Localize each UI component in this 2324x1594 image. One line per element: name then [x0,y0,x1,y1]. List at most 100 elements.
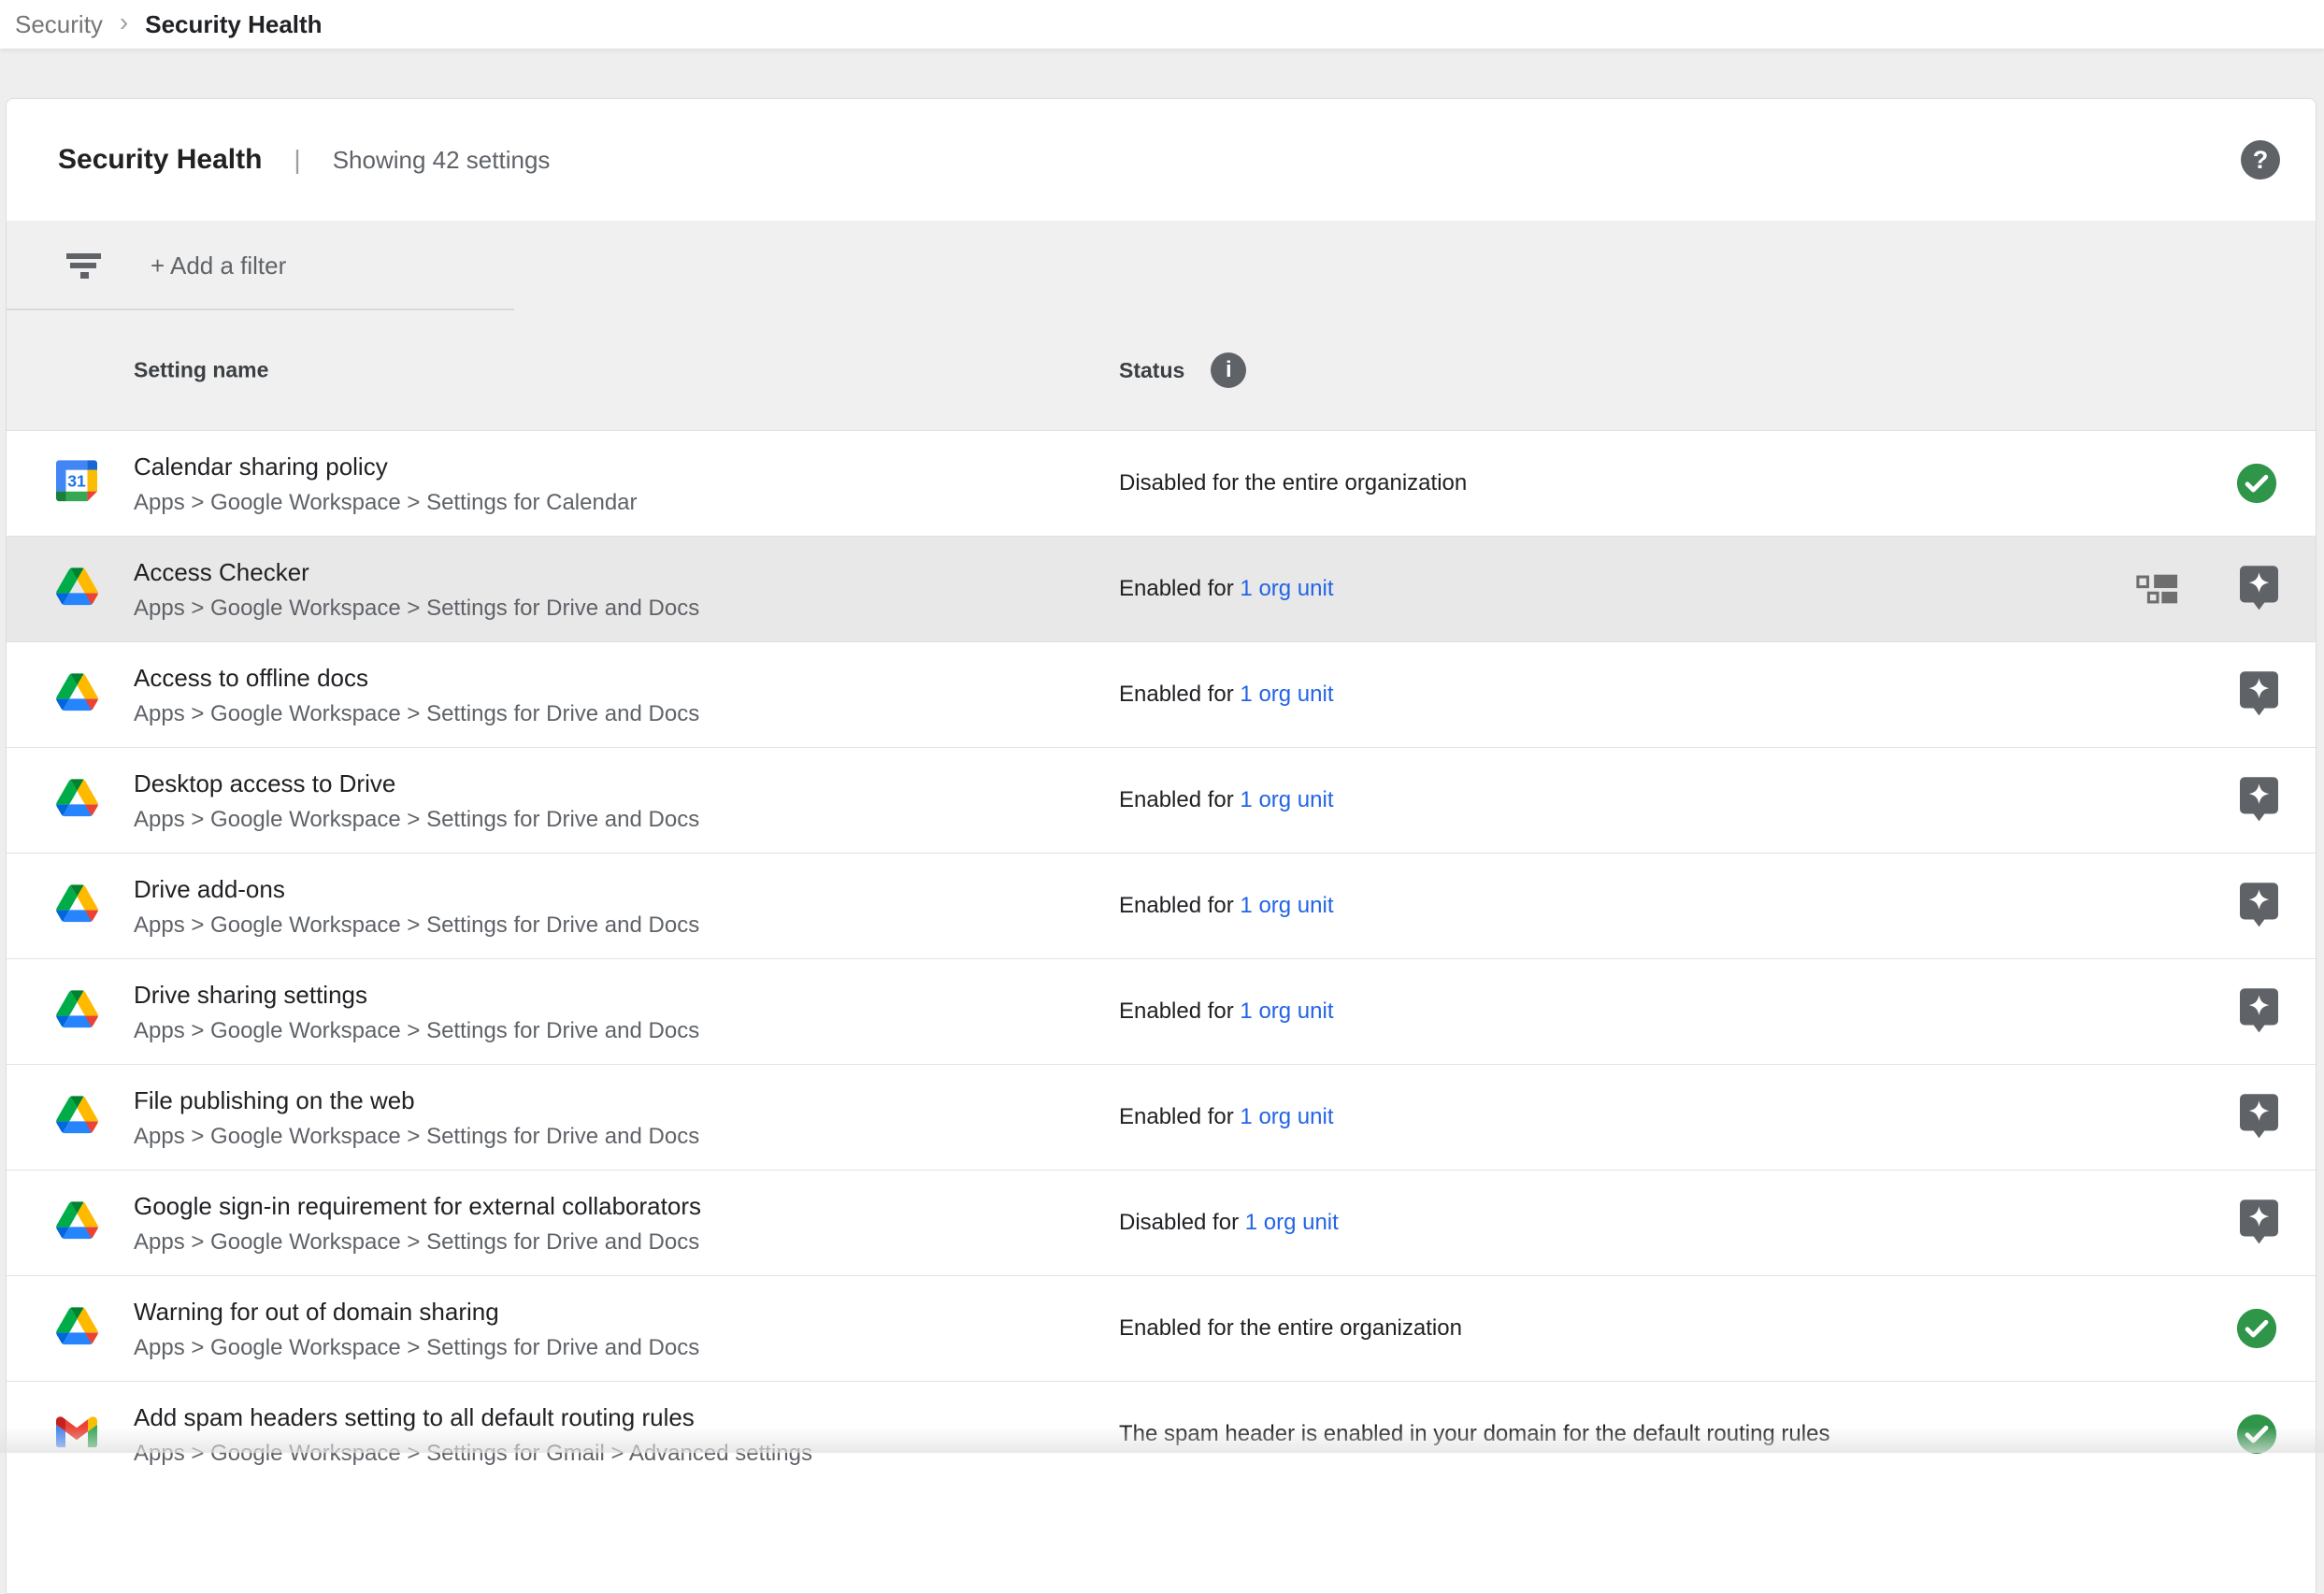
setting-name: Access to offline docs [134,662,699,694]
status-ok-icon [2235,1413,2278,1456]
setting-name: Desktop access to Drive [134,768,699,799]
recommendation-flag-icon [2240,671,2278,718]
org-units-icon [2136,573,2179,606]
breadcrumb-parent-link[interactable]: Security [15,10,103,39]
calendar-icon: 31 [55,459,98,502]
org-unit-link[interactable]: 1 org unit [1240,998,1333,1024]
column-header-setting-name: Setting name [134,358,268,383]
recommendation-flag-button[interactable] [2240,777,2278,824]
breadcrumb: Security › Security Health [0,0,2324,49]
table-header: Setting name Status i [7,310,2316,430]
setting-path: Apps > Google Workspace > Settings for D… [134,1122,699,1151]
drive-icon [55,1304,98,1347]
drive-icon [55,882,98,925]
recommendation-flag-icon [2240,988,2278,1035]
status-text: Enabled for 1 org unit [1119,1104,1334,1130]
recommendation-flag-button[interactable] [2240,883,2278,929]
svg-text:31: 31 [67,471,86,490]
setting-path: Apps > Google Workspace > Settings for D… [134,594,699,623]
setting-name: Warning for out of domain sharing [134,1296,699,1328]
table-row[interactable]: Desktop access to Drive Apps > Google Wo… [7,747,2316,853]
recommendation-flag-button[interactable] [2240,566,2278,612]
status-text: Disabled for 1 org unit [1119,1210,1339,1236]
table-row[interactable]: Access Checker Apps > Google Workspace >… [7,536,2316,641]
setting-path: Apps > Google Workspace > Settings for G… [134,1439,812,1468]
status-info-icon[interactable]: i [1211,352,1246,388]
drive-icon [56,1096,98,1133]
add-filter-button[interactable]: + Add a filter [151,251,286,280]
org-unit-link[interactable]: 1 org unit [1245,1210,1339,1235]
drive-icon [55,987,98,1030]
page-title: Security Health [58,144,262,176]
status-text: The spam header is enabled in your domai… [1119,1421,1829,1447]
filter-icon[interactable] [66,252,102,279]
recommendation-flag-button[interactable] [2240,988,2278,1035]
table-row[interactable]: 31 Calendar sharing policy Apps > Google… [7,430,2316,536]
recommendation-flag-button[interactable] [2240,1199,2278,1246]
status-ok-icon [2235,462,2278,505]
settings-count: Showing 42 settings [333,146,551,175]
setting-name: Drive add-ons [134,873,699,905]
org-unit-link[interactable]: 1 org unit [1240,787,1333,812]
status-text: Enabled for 1 org unit [1119,682,1334,708]
breadcrumb-separator-icon: › [120,7,128,37]
drive-icon [56,884,98,922]
table-row[interactable]: Drive sharing settings Apps > Google Wor… [7,958,2316,1064]
org-unit-link[interactable]: 1 org unit [1240,1104,1333,1129]
table-row[interactable]: Google sign-in requirement for external … [7,1170,2316,1275]
table-row[interactable]: File publishing on the web Apps > Google… [7,1064,2316,1170]
table-row[interactable]: Add spam headers setting to all default … [7,1381,2316,1486]
status-text: Enabled for 1 org unit [1119,787,1334,813]
org-unit-link[interactable]: 1 org unit [1240,682,1333,707]
table-row[interactable]: Access to offline docs Apps > Google Wor… [7,641,2316,747]
org-unit-link[interactable]: 1 org unit [1240,893,1333,918]
setting-path: Apps > Google Workspace > Settings for D… [134,1228,701,1257]
breadcrumb-current: Security Health [145,10,322,39]
drive-icon [55,1093,98,1136]
gmail-icon [55,1410,98,1453]
setting-path: Apps > Google Workspace > Settings for D… [134,1016,699,1045]
calendar-icon: 31 [56,460,97,501]
setting-path: Apps > Google Workspace > Settings for C… [134,488,638,517]
recommendation-flag-icon [2240,777,2278,824]
recommendation-flag-icon [2240,566,2278,612]
gmail-icon [56,1416,97,1447]
recommendation-flag-icon [2240,1199,2278,1246]
setting-path: Apps > Google Workspace > Settings for D… [134,911,699,940]
status-text: Enabled for 1 org unit [1119,998,1334,1025]
drive-icon [55,565,98,608]
drive-icon [56,1201,98,1239]
setting-name: Google sign-in requirement for external … [134,1190,701,1222]
table-row[interactable]: Drive add-ons Apps > Google Workspace > … [7,853,2316,958]
recommendation-flag-button[interactable] [2240,671,2278,718]
drive-icon [56,673,98,711]
setting-path: Apps > Google Workspace > Settings for D… [134,805,699,834]
setting-name: File publishing on the web [134,1084,699,1116]
status-text: Enabled for 1 org unit [1119,893,1334,919]
drive-icon [55,1199,98,1242]
org-unit-link[interactable]: 1 org unit [1240,576,1333,601]
security-health-card: Security Health | Showing 42 settings ? … [6,98,2317,1594]
setting-name: Drive sharing settings [134,979,699,1011]
drive-icon [56,779,98,816]
drive-icon [55,670,98,713]
recommendation-flag-icon [2240,1094,2278,1141]
drive-icon [56,567,98,605]
status-text: Enabled for the entire organization [1119,1315,1462,1342]
table-row[interactable]: Warning for out of domain sharing Apps >… [7,1275,2316,1381]
status-ok-icon [2235,1307,2278,1350]
setting-path: Apps > Google Workspace > Settings for D… [134,699,699,728]
status-text: Enabled for 1 org unit [1119,576,1334,602]
setting-name: Calendar sharing policy [134,451,638,482]
drive-icon [56,990,98,1027]
card-header: Security Health | Showing 42 settings ? [7,99,2316,221]
recommendation-flag-icon [2240,883,2278,929]
recommendation-flag-button[interactable] [2240,1094,2278,1141]
help-icon[interactable]: ? [2241,140,2280,180]
drive-icon [55,776,98,819]
setting-name: Access Checker [134,556,699,588]
filter-bar: + Add a filter [7,221,2316,310]
settings-list: 31 Calendar sharing policy Apps > Google… [7,430,2316,1486]
title-separator: | [294,145,300,175]
setting-name: Add spam headers setting to all default … [134,1401,812,1433]
